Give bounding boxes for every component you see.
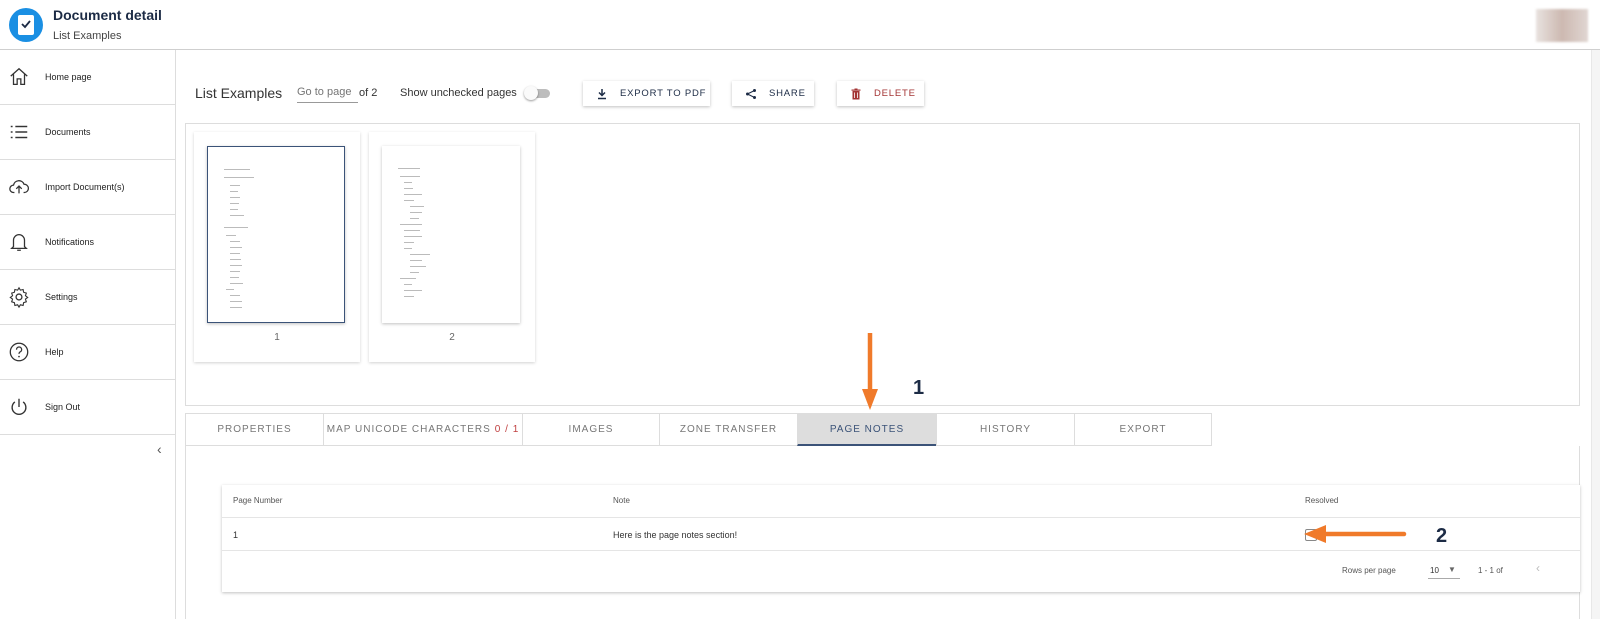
power-icon (11, 398, 27, 416)
previous-page-button[interactable]: ‹ (1536, 561, 1540, 575)
pagination-range: 1 - 1 of (1478, 566, 1503, 575)
page-count: of 2 (359, 87, 378, 99)
sidebar-item-label: Documents (45, 127, 91, 137)
page-number: 2 (449, 332, 455, 343)
page-thumbnail[interactable]: 1 (194, 132, 360, 362)
home-icon (10, 67, 28, 85)
page-number: 1 (274, 332, 280, 343)
cell-page-number: 1 (233, 530, 239, 540)
sidebar-item-settings[interactable]: Settings (0, 270, 175, 325)
gear-icon (9, 286, 29, 308)
cloud-upload-icon (9, 180, 30, 194)
sidebar-item-documents[interactable]: Documents (0, 105, 175, 160)
annotation-arrow-left-icon (1304, 525, 1407, 543)
sidebar-item-label: Notifications (45, 237, 95, 247)
delete-button[interactable]: DELETE (837, 81, 924, 106)
annotation-step-2: 2 (1436, 525, 1448, 547)
help-icon (9, 342, 29, 362)
document-title: List Examples (195, 85, 283, 101)
column-header-resolved[interactable]: Resolved (1305, 496, 1338, 505)
show-unchecked-toggle[interactable] (524, 86, 552, 100)
trash-icon (851, 88, 861, 99)
page-thumbnail[interactable]: 2 (369, 132, 535, 362)
page-title: Document detail (53, 7, 162, 23)
sidebar-item-label: Help (45, 347, 64, 357)
sidebar-item-label: Import Document(s) (45, 182, 125, 192)
share-label: SHARE (769, 88, 806, 99)
sidebar-item-label: Home page (45, 72, 92, 82)
unicode-count: 0 / 1 (494, 424, 520, 435)
download-icon (598, 88, 606, 99)
delete-label: DELETE (874, 88, 916, 99)
page-preview (382, 146, 520, 323)
export-to-pdf-button[interactable]: EXPORT TO PDF (583, 81, 710, 106)
cell-note: Here is the page notes section! (613, 530, 738, 540)
rows-per-page-select[interactable]: 10 ▼ (1428, 561, 1460, 579)
tab-zone-transfer[interactable]: ZONE TRANSFER (659, 413, 797, 446)
page-subtitle: List Examples (53, 30, 122, 42)
page-preview (207, 146, 345, 323)
caret-down-icon: ▼ (1448, 565, 1456, 574)
page-thumbnails-panel: 1 2 (185, 123, 1580, 406)
tab-export[interactable]: EXPORT (1074, 413, 1212, 446)
column-header-note[interactable]: Note (613, 496, 630, 505)
sidebar-item-label: Sign Out (45, 402, 81, 412)
sidebar-item-notifications[interactable]: Notifications (0, 215, 175, 270)
tab-history[interactable]: HISTORY (936, 413, 1074, 446)
app-header: Document detail List Examples (0, 0, 1600, 50)
share-icon (746, 88, 756, 99)
annotation-step-1: 1 (913, 377, 925, 399)
bell-icon (10, 234, 28, 251)
go-to-page-input[interactable] (297, 86, 358, 98)
sidebar-item-label: Settings (45, 292, 78, 302)
go-to-page-field[interactable] (297, 86, 358, 103)
detail-tabs: PROPERTIES MAP UNICODE CHARACTERS 0 / 1 I… (185, 413, 1212, 446)
tab-images[interactable]: IMAGES (522, 413, 659, 446)
tab-map-unicode-characters[interactable]: MAP UNICODE CHARACTERS 0 / 1 (323, 413, 522, 446)
rows-per-page-label: Rows per page (1342, 566, 1396, 575)
annotation-arrow-down-icon (862, 333, 878, 410)
sidebar-item-home[interactable]: Home page (0, 50, 175, 105)
sidebar-item-help[interactable]: Help (0, 325, 175, 380)
column-header-page-number[interactable]: Page Number (233, 496, 282, 505)
avatar[interactable] (1536, 9, 1588, 42)
show-unchecked-label: Show unchecked pages (400, 87, 517, 99)
app-logo-icon[interactable] (9, 8, 43, 42)
sidebar-item-sign-out[interactable]: Sign Out (0, 380, 175, 435)
sidebar: Home page Documents Import Document(s) N… (0, 50, 176, 619)
tab-page-notes[interactable]: PAGE NOTES (797, 413, 936, 446)
collapse-sidebar-icon[interactable]: ‹ (157, 441, 162, 457)
export-to-pdf-label: EXPORT TO PDF (620, 88, 707, 99)
page-scrollbar[interactable] (1591, 50, 1600, 619)
tab-properties[interactable]: PROPERTIES (185, 413, 323, 446)
share-button[interactable]: SHARE (732, 81, 814, 106)
list-icon (10, 125, 28, 139)
sidebar-item-import[interactable]: Import Document(s) (0, 160, 175, 215)
